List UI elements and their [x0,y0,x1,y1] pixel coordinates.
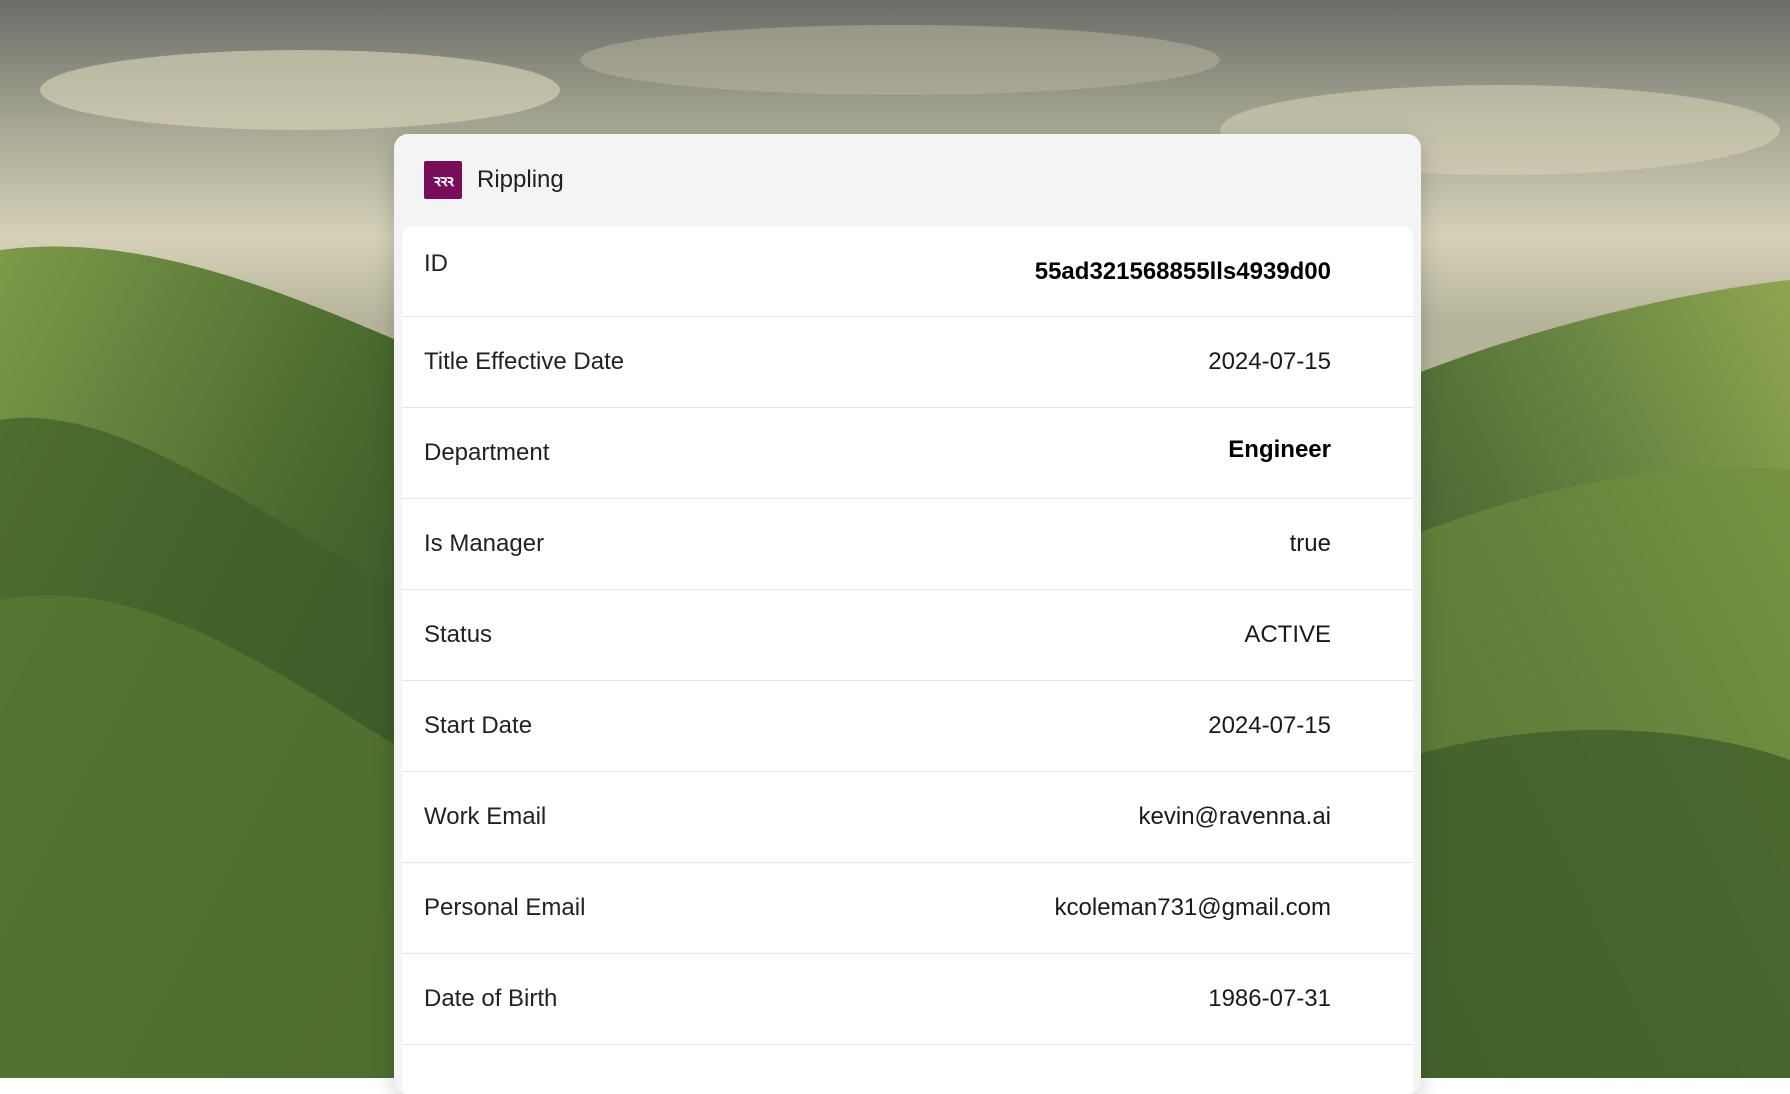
field-row-work-email: Work Email kevin@ravenna.ai [402,772,1413,863]
app-title: Rippling [477,166,564,193]
field-label: Start Date [424,712,533,739]
field-value: Engineer [1228,436,1331,463]
field-label: Title Effective Date [424,348,625,375]
field-row-is-manager: Is Manager true [402,499,1413,590]
field-value: 2024-07-15 [1208,712,1331,739]
field-row-start-date: Start Date 2024-07-15 [402,681,1413,772]
field-label: Work Email [424,803,547,830]
field-row-title-effective-date: Title Effective Date 2024-07-15 [402,317,1413,408]
field-value: true [1289,530,1331,557]
field-label: ID [424,250,448,277]
field-value: kcoleman731@gmail.com [1054,894,1331,921]
field-value: kevin@ravenna.ai [1138,803,1331,830]
field-label: Personal Email [424,894,586,921]
field-row-personal-email: Personal Email kcoleman731@gmail.com [402,863,1413,954]
field-label: Date of Birth [424,985,558,1012]
fields-panel: ID 55ad321568855lls4939d00 Title Effecti… [402,226,1413,1094]
field-row-date-of-birth: Date of Birth 1986-07-31 [402,954,1413,1045]
rippling-logo-icon: ꝛꝛꝛ [424,161,462,199]
field-label: Is Manager [424,530,545,557]
field-row-id: ID 55ad321568855lls4939d00 [402,226,1413,317]
field-value: 2024-07-15 [1208,348,1331,375]
record-card: ꝛꝛꝛ Rippling ID 55ad321568855lls4939d00 … [394,134,1421,1094]
field-row-department: Department Engineer [402,408,1413,499]
field-value: 55ad321568855lls4939d00 [1034,258,1331,285]
field-label: Department [424,439,550,466]
card-header: ꝛꝛꝛ Rippling [394,134,1421,226]
field-row-status: Status ACTIVE [402,590,1413,681]
field-label: Status [424,621,493,648]
field-value: 1986-07-31 [1208,985,1331,1012]
field-value: ACTIVE [1244,621,1331,648]
